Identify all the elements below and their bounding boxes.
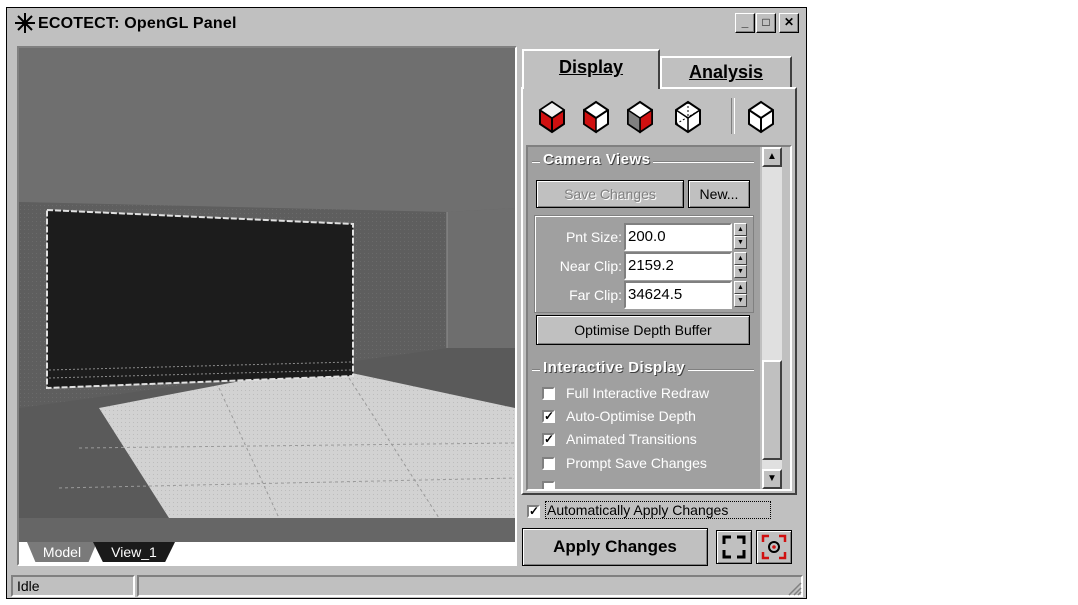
fullscreen-button[interactable] [716, 530, 752, 564]
icon-separator [731, 98, 735, 134]
camera-views-title: Camera Views [540, 151, 654, 168]
auto-optimise-checkbox[interactable]: ✓ [542, 410, 555, 423]
tab-display-label: Display [558, 57, 624, 77]
status-text: Idle [17, 578, 40, 594]
spin-down-icon[interactable]: ▼ [734, 236, 747, 249]
red-face-cube-icon[interactable] [580, 96, 612, 136]
half-shaded-cube-icon[interactable] [624, 96, 656, 136]
resize-grip-icon[interactable] [786, 580, 802, 596]
spin-down-icon[interactable]: ▼ [734, 265, 747, 278]
scroll-thumb[interactable] [762, 360, 782, 460]
far-clip-input[interactable]: 34624.5 [624, 281, 732, 309]
spin-up-icon[interactable]: ▲ [734, 281, 747, 294]
tab-analysis[interactable]: Analysis [660, 56, 792, 88]
tab-display[interactable]: Display [522, 49, 660, 89]
camera-icon [761, 534, 787, 560]
fullscreen-icon [722, 535, 746, 559]
near-clip-label: Near Clip: [559, 258, 622, 274]
partial-checkbox[interactable] [542, 481, 555, 489]
plain-cube-icon[interactable] [745, 96, 777, 136]
pnt-size-spinner[interactable]: ▲ ▼ [734, 223, 747, 251]
minimize-button[interactable]: _ [735, 13, 755, 33]
spin-up-icon[interactable]: ▲ [734, 252, 747, 265]
full-redraw-label: Full Interactive Redraw [566, 385, 710, 401]
wireframe-cube-icon[interactable] [672, 96, 704, 136]
new-camera-label: New... [699, 186, 739, 202]
maximize-icon: □ [762, 15, 770, 29]
opengl-viewport[interactable]: Model View_1 [17, 46, 517, 566]
new-camera-button[interactable]: New... [688, 180, 750, 208]
pnt-size-label: Pnt Size: [565, 229, 622, 245]
animated-transitions-checkbox[interactable]: ✓ [542, 433, 555, 446]
camera-button[interactable] [756, 530, 792, 564]
tab-model[interactable]: Model [27, 542, 97, 562]
window-title: ECOTECT: OpenGL Panel [38, 15, 237, 32]
settings-scroll-area: Camera Views Save Changes New... Pnt Siz… [528, 147, 760, 489]
far-clip-spinner[interactable]: ▲ ▼ [734, 281, 747, 309]
tab-view-1-label: View_1 [111, 544, 157, 560]
status-secondary-pane [137, 575, 803, 597]
room-3d-render [19, 48, 515, 518]
scroll-down-icon: ▼ [767, 473, 777, 484]
apply-changes-button[interactable]: Apply Changes [522, 528, 708, 566]
spin-up-icon[interactable]: ▲ [734, 223, 747, 236]
pnt-size-input[interactable]: 200.0 [624, 223, 732, 251]
maximize-button[interactable]: □ [756, 13, 776, 33]
prompt-save-label: Prompt Save Changes [566, 455, 707, 471]
save-changes-button[interactable]: Save Changes [536, 180, 684, 208]
far-clip-label: Far Clip: [569, 287, 622, 303]
tab-analysis-label: Analysis [688, 62, 764, 82]
auto-apply-label: Automatically Apply Changes [545, 501, 771, 519]
animated-transitions-label: Animated Transitions [566, 431, 697, 447]
near-clip-input[interactable]: 2159.2 [624, 252, 732, 280]
spin-down-icon[interactable]: ▼ [734, 294, 747, 307]
prompt-save-checkbox[interactable] [542, 457, 555, 470]
near-clip-spinner[interactable]: ▲ ▼ [734, 252, 747, 280]
full-redraw-checkbox[interactable] [542, 387, 555, 400]
auto-apply-checkbox[interactable]: ✓ [527, 505, 540, 518]
close-icon: ✕ [783, 15, 795, 29]
minimize-icon: _ [741, 15, 749, 29]
solid-shaded-cube-icon[interactable] [536, 96, 568, 136]
tab-view-1[interactable]: View_1 [93, 542, 175, 562]
optimise-depth-label: Optimise Depth Buffer [574, 322, 712, 338]
tab-model-label: Model [42, 544, 82, 560]
close-button[interactable]: ✕ [779, 13, 799, 33]
status-text-pane: Idle [11, 575, 135, 597]
save-changes-label: Save Changes [564, 186, 656, 202]
auto-optimise-label: Auto-Optimise Depth [566, 408, 696, 424]
apply-changes-label: Apply Changes [553, 537, 677, 556]
scroll-down-button[interactable]: ▼ [762, 469, 782, 489]
scroll-up-icon: ▲ [767, 151, 777, 162]
optimise-depth-button[interactable]: Optimise Depth Buffer [536, 315, 750, 345]
scroll-up-button[interactable]: ▲ [762, 147, 782, 167]
app-icon [14, 12, 36, 34]
interactive-display-title: Interactive Display [540, 359, 689, 376]
